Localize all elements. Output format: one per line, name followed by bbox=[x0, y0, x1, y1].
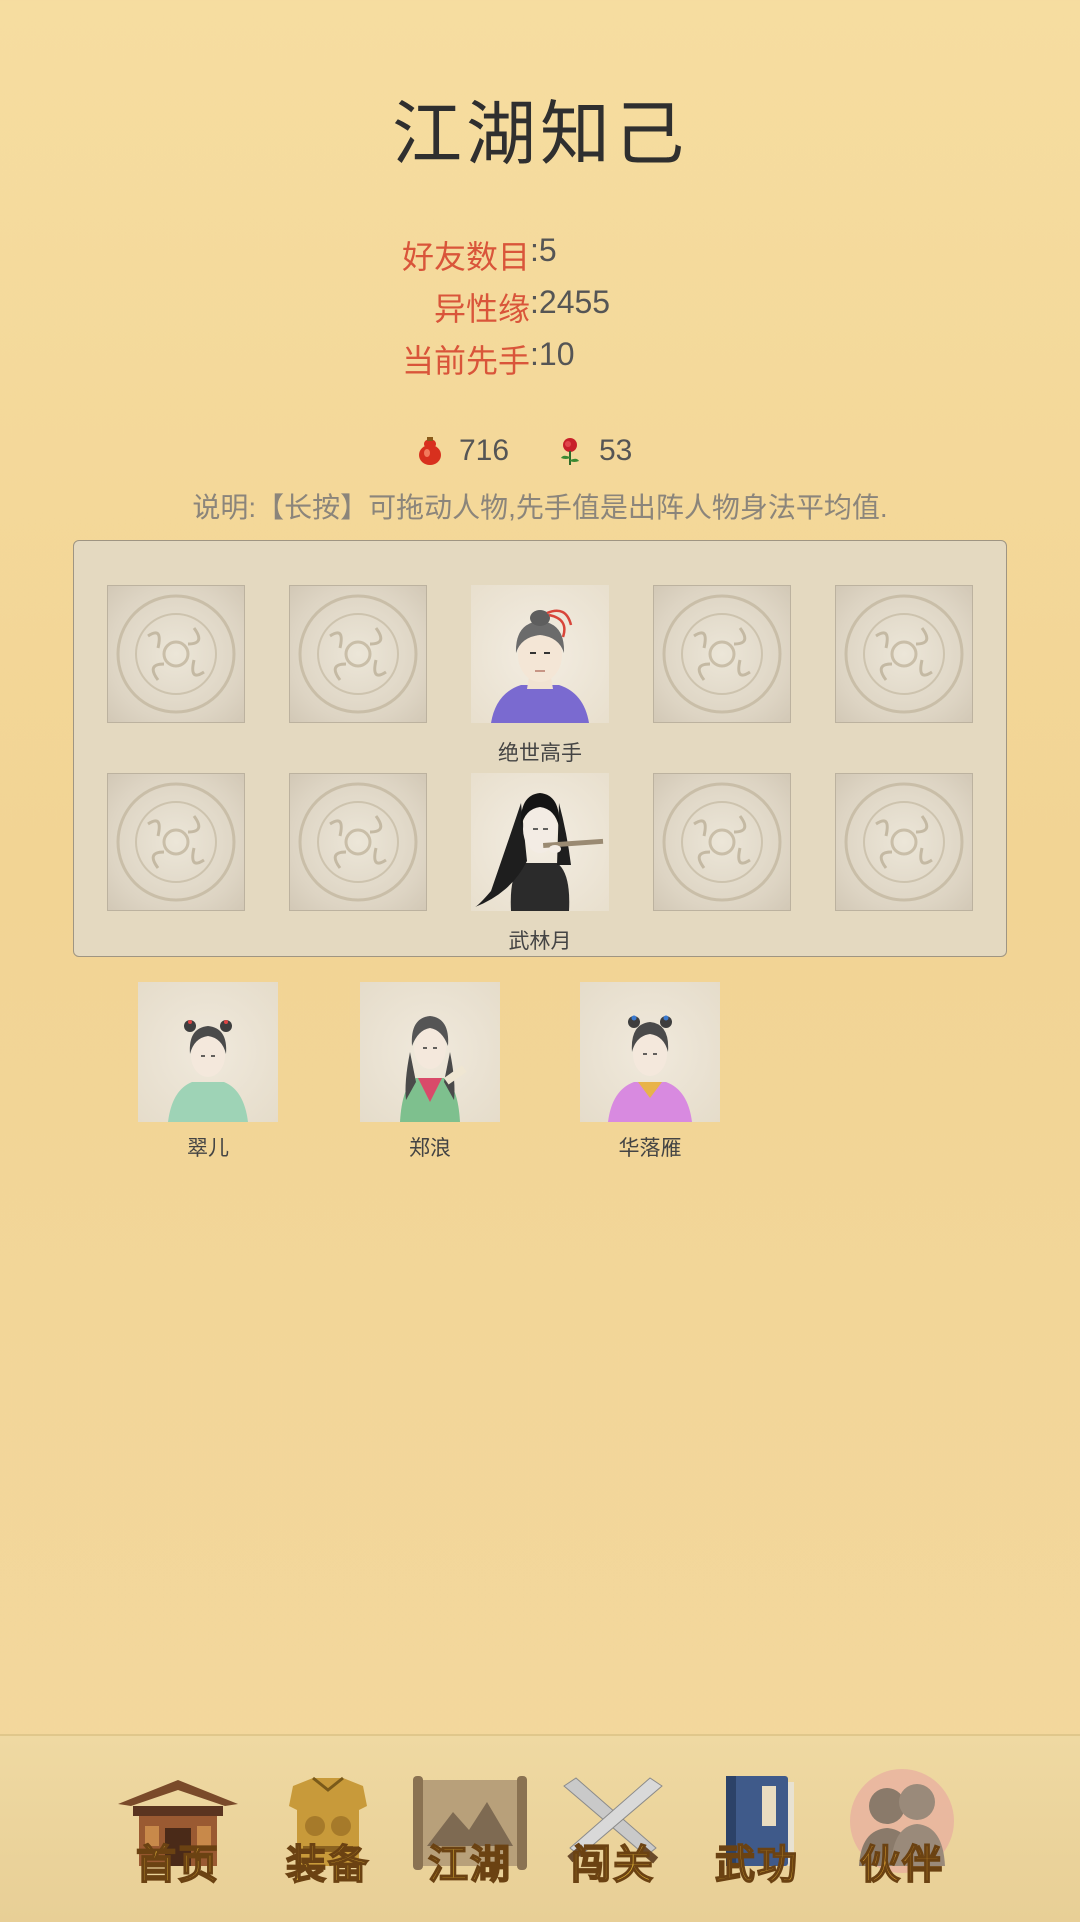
flute-player-portrait-icon bbox=[475, 793, 604, 911]
hero-portrait-icon bbox=[491, 609, 589, 723]
nav-martial-arts[interactable]: 武功 bbox=[692, 1766, 822, 1896]
bench-card-zhenglang[interactable] bbox=[360, 982, 500, 1122]
formation-slot-hero[interactable] bbox=[471, 585, 609, 723]
nav-equipment[interactable]: 装备 bbox=[263, 1766, 393, 1896]
zhenglang-portrait-icon bbox=[400, 1016, 467, 1122]
formation-slot-empty[interactable] bbox=[653, 585, 791, 723]
nav-equipment-label: 装备 bbox=[285, 1840, 370, 1889]
instruction-note: 说明:【长按】可拖动人物,先手值是出阵人物身法平均值. bbox=[192, 492, 888, 523]
resource-bar: 716 53 bbox=[0, 434, 1080, 474]
nav-companions[interactable]: 伙伴 bbox=[837, 1766, 967, 1896]
formation-slot-empty[interactable] bbox=[835, 773, 973, 911]
flute-player-name-label: 武林月 bbox=[508, 930, 572, 953]
nav-jianghu-label: 江湖 bbox=[427, 1840, 512, 1889]
bench-card-cuier[interactable] bbox=[138, 982, 278, 1122]
rose-count: 53 bbox=[599, 434, 633, 467]
bench-name-zhenglang: 郑浪 bbox=[409, 1137, 451, 1160]
formation-slot-empty[interactable] bbox=[289, 773, 427, 911]
formation-slot-empty[interactable] bbox=[107, 585, 245, 723]
rose-icon bbox=[555, 436, 585, 466]
rose-resource: 53 bbox=[555, 434, 632, 468]
initiative-label: 当前先手 bbox=[401, 343, 530, 379]
formation-slot-empty[interactable] bbox=[653, 773, 791, 911]
nav-martial-arts-label: 武功 bbox=[714, 1840, 799, 1889]
hero-name-label: 绝世高手 bbox=[498, 742, 582, 765]
nav-challenge-label: 闯关 bbox=[570, 1840, 655, 1889]
nav-companions-label: 伙伴 bbox=[859, 1840, 944, 1889]
romance-label: 异性缘 bbox=[433, 291, 530, 327]
nav-challenge[interactable]: 闯关 bbox=[548, 1766, 678, 1896]
hualuoyan-portrait-icon bbox=[608, 1015, 692, 1122]
bottom-nav: 首页 装备 江湖 闯关 武功 伙伴 bbox=[0, 1734, 1080, 1922]
bench-name-cuier: 翠儿 bbox=[187, 1137, 229, 1160]
friends-count-label: 好友数目 bbox=[401, 239, 530, 275]
formation-slot-empty[interactable] bbox=[835, 585, 973, 723]
initiative-value: :10 bbox=[530, 336, 575, 372]
nav-home-label: 首页 bbox=[135, 1840, 220, 1889]
gourd-resource: 716 bbox=[415, 434, 509, 468]
friends-count-value: :5 bbox=[530, 232, 557, 268]
formation-slot-empty[interactable] bbox=[107, 773, 245, 911]
formation-panel: 绝世高手 武林月 bbox=[73, 540, 1007, 957]
gourd-icon bbox=[415, 436, 445, 466]
cuier-portrait-icon bbox=[168, 1020, 248, 1122]
bench-card-hualuoyan[interactable] bbox=[580, 982, 720, 1122]
formation-slot-empty[interactable] bbox=[289, 585, 427, 723]
formation-slot-flute-player[interactable] bbox=[471, 773, 609, 911]
bench-name-hualuoyan: 华落雁 bbox=[618, 1137, 682, 1160]
nav-home[interactable]: 首页 bbox=[113, 1766, 243, 1896]
gourd-count: 716 bbox=[459, 434, 510, 467]
romance-value: :2455 bbox=[530, 284, 611, 320]
page-title: 江湖知己 bbox=[392, 95, 688, 173]
nav-jianghu[interactable]: 江湖 bbox=[405, 1766, 535, 1896]
